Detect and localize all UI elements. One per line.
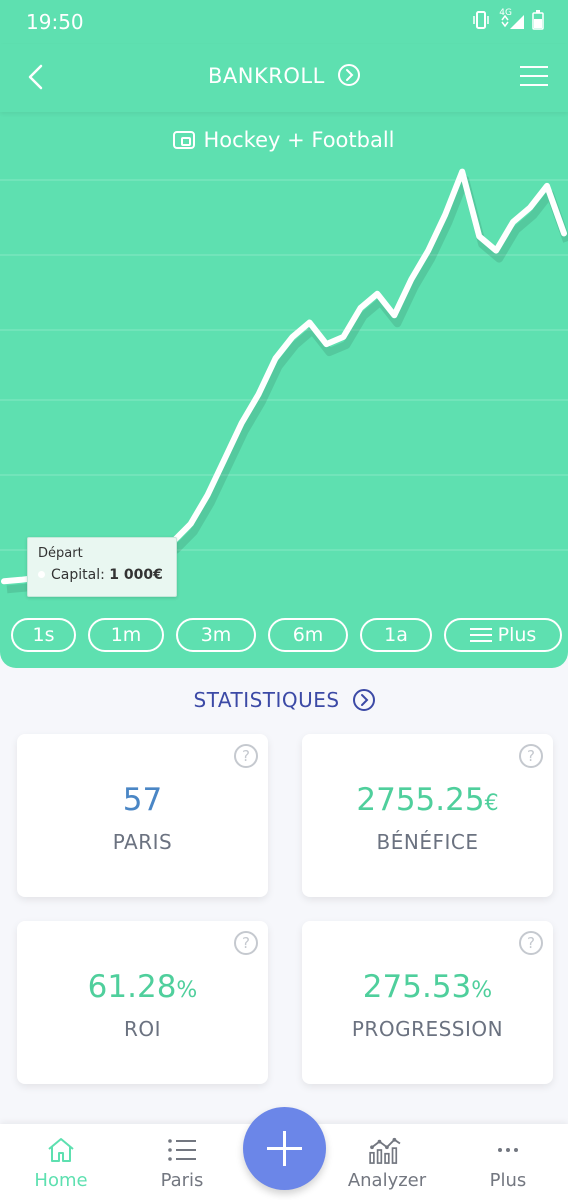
period-1s[interactable]: 1s bbox=[11, 618, 76, 652]
battery-icon bbox=[532, 10, 544, 30]
period-1m[interactable]: 1m bbox=[88, 618, 164, 652]
stat-card-benefice[interactable]: ? 2755.25€ BÉNÉFICE bbox=[302, 734, 553, 897]
stat-label: PROGRESSION bbox=[351, 1017, 504, 1041]
top-app-bar: BANKROLL bbox=[0, 44, 568, 112]
page-title-text: BANKROLL bbox=[208, 64, 325, 88]
nav-paris-label: Paris bbox=[160, 1170, 204, 1191]
list-icon bbox=[168, 1139, 196, 1161]
nav-plus[interactable]: Plus bbox=[453, 1124, 563, 1200]
stat-card-progression[interactable]: ? 275.53% PROGRESSION bbox=[302, 921, 553, 1084]
sliders-icon bbox=[469, 626, 492, 644]
nav-analyzer[interactable]: Analyzer bbox=[332, 1124, 442, 1200]
stat-card-roi[interactable]: ? 61.28% ROI bbox=[17, 921, 268, 1084]
stat-value: 57 bbox=[122, 782, 163, 818]
wallet-icon bbox=[173, 131, 196, 149]
stat-card-paris[interactable]: ? 57 PARIS bbox=[17, 734, 268, 897]
home-icon bbox=[48, 1138, 74, 1162]
period-selector: 1s 1m 3m 6m 1a Plus bbox=[11, 618, 562, 652]
help-icon[interactable]: ? bbox=[234, 744, 258, 768]
network-label: 4G bbox=[499, 8, 512, 18]
statistics-link[interactable]: STATISTIQUES bbox=[0, 688, 568, 712]
chart-tooltip: Départ Capital: 1 000€ bbox=[27, 537, 177, 597]
period-6m[interactable]: 6m bbox=[268, 618, 348, 652]
stat-label: BÉNÉFICE bbox=[376, 830, 479, 854]
more-dots-icon bbox=[498, 1148, 518, 1152]
nav-plus-label: Plus bbox=[489, 1170, 527, 1191]
period-3m[interactable]: 3m bbox=[176, 618, 256, 652]
tooltip-value: 1 000€ bbox=[109, 567, 163, 583]
stat-label: ROI bbox=[123, 1017, 162, 1041]
status-bar: 19:50 4G bbox=[0, 0, 568, 44]
status-icons: 4G bbox=[472, 8, 544, 30]
add-bet-button[interactable] bbox=[243, 1107, 326, 1190]
more-filters-button[interactable]: Plus bbox=[444, 618, 562, 652]
nav-home-label: Home bbox=[34, 1170, 88, 1191]
nav-home[interactable]: Home bbox=[6, 1124, 116, 1200]
chart-series bbox=[1, 168, 568, 594]
tooltip-label: Capital: bbox=[51, 567, 110, 583]
help-icon[interactable]: ? bbox=[519, 931, 543, 955]
stat-label: PARIS bbox=[112, 830, 173, 854]
status-time: 19:50 bbox=[26, 10, 84, 34]
help-icon[interactable]: ? bbox=[519, 744, 543, 768]
nav-paris[interactable]: Paris bbox=[127, 1124, 237, 1200]
chevron-right-circle-icon bbox=[352, 689, 375, 711]
stat-value: 275.53% bbox=[362, 969, 493, 1005]
wallet-label: Hockey + Football bbox=[203, 128, 395, 152]
hamburger-icon[interactable] bbox=[520, 66, 548, 88]
series-line bbox=[1, 168, 567, 585]
page-title[interactable]: BANKROLL bbox=[0, 64, 568, 88]
stat-value: 2755.25€ bbox=[356, 782, 499, 818]
stat-value: 61.28% bbox=[87, 969, 198, 1005]
more-filters-label: Plus bbox=[497, 624, 537, 646]
statistics-title: STATISTIQUES bbox=[193, 688, 340, 712]
wallet-selector[interactable]: Hockey + Football bbox=[0, 128, 568, 152]
help-icon[interactable]: ? bbox=[234, 931, 258, 955]
chevron-right-circle-icon bbox=[337, 64, 360, 86]
tooltip-capital: Capital: 1 000€ bbox=[38, 567, 166, 583]
period-1a[interactable]: 1a bbox=[360, 618, 432, 652]
vibrate-icon bbox=[473, 11, 489, 29]
series-dot-icon bbox=[38, 571, 45, 578]
tooltip-title: Départ bbox=[38, 546, 83, 561]
bankroll-panel: 19:50 4G BANKROLL Hockey + Football Dépa… bbox=[0, 0, 568, 668]
analytics-icon bbox=[369, 1137, 401, 1164]
nav-analyzer-label: Analyzer bbox=[347, 1170, 427, 1191]
